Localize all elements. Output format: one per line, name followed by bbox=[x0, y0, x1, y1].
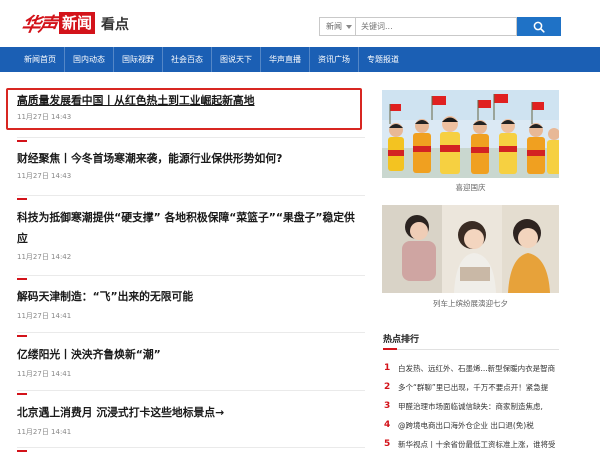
divider bbox=[17, 447, 365, 448]
article-item[interactable]: 解码天津制造：“飞”出来的无限可能 11月27日 14:41 bbox=[17, 287, 365, 321]
search-input[interactable] bbox=[355, 17, 517, 36]
hot-headline[interactable]: 多个“群聊”里已出现，千万不要点开！紧急提 bbox=[398, 382, 548, 393]
hot-list-item[interactable]: 2 多个“群聊”里已出现，千万不要点开！紧急提 bbox=[384, 380, 560, 394]
celebration-image bbox=[382, 90, 559, 178]
article-title[interactable]: 财经聚焦丨今冬首场寒潮来袭，能源行业保供形势如何? bbox=[17, 149, 365, 168]
nav-item-domestic[interactable]: 国内动态 bbox=[65, 47, 114, 72]
hot-list-item[interactable]: 5 新华视点丨十余省份最低工资标准上涨，谁将受 bbox=[384, 437, 560, 451]
divider bbox=[17, 332, 365, 333]
article-item[interactable]: 北京遇上消费月 沉浸式打卡这些地标景点→ 11月27日 14:41 bbox=[17, 403, 365, 437]
hot-list-accent bbox=[383, 348, 397, 350]
divider bbox=[17, 390, 365, 391]
site-header: 华声 新闻 看点 新闻 bbox=[0, 0, 600, 46]
nav-item-society[interactable]: 社会百态 bbox=[163, 47, 212, 72]
nav-item-info[interactable]: 资讯广场 bbox=[310, 47, 359, 72]
photo-train[interactable] bbox=[382, 205, 559, 293]
nav-item-special[interactable]: 专题报道 bbox=[359, 47, 407, 72]
divider bbox=[17, 137, 365, 138]
article-title[interactable]: 亿缕阳光丨泱泱齐鲁焕新“潮” bbox=[17, 345, 365, 364]
hot-list-divider bbox=[397, 348, 559, 350]
article-title[interactable]: 解码天津制造：“飞”出来的无限可能 bbox=[17, 287, 365, 306]
hot-rank: 4 bbox=[384, 420, 391, 430]
article-item[interactable]: 高质量发展看中国丨从红色热土到工业崛起新高地 11月27日 14:43 bbox=[17, 91, 357, 122]
hot-rank: 2 bbox=[384, 382, 391, 392]
divider-accent bbox=[17, 278, 27, 280]
article-time: 11月27日 14:41 bbox=[17, 428, 72, 436]
page-title: 看点 bbox=[101, 17, 129, 33]
article-title[interactable]: 北京遇上消费月 沉浸式打卡这些地标景点→ bbox=[17, 403, 365, 422]
divider bbox=[17, 275, 365, 276]
divider-accent bbox=[17, 450, 27, 452]
hot-rank: 5 bbox=[384, 439, 391, 449]
article-time: 11月27日 14:41 bbox=[17, 370, 72, 378]
nav-item-photos[interactable]: 图说天下 bbox=[212, 47, 261, 72]
nav-item-home[interactable]: 新闻首页 bbox=[16, 47, 65, 72]
article-title[interactable]: 科技为抵御寒潮提供“硬支撑” 各地积极保障“菜篮子”“果盘子”稳定供应 bbox=[17, 207, 365, 249]
hot-list-item[interactable]: 3 甲醛治理市场面临诚信缺失：商家制造焦虑, bbox=[384, 399, 560, 413]
search-scope-label: 新闻 bbox=[326, 22, 342, 31]
divider-accent bbox=[17, 393, 27, 395]
divider bbox=[17, 195, 365, 196]
train-image bbox=[382, 205, 559, 293]
hot-headline[interactable]: 新华视点丨十余省份最低工资标准上涨，谁将受 bbox=[398, 439, 556, 450]
site-logo[interactable]: 华声 新闻 bbox=[19, 11, 96, 36]
article-title[interactable]: 高质量发展看中国丨从红色热土到工业崛起新高地 bbox=[17, 91, 357, 110]
hot-rank: 3 bbox=[384, 401, 391, 411]
logo-box: 新闻 bbox=[59, 12, 96, 34]
divider-accent bbox=[17, 198, 27, 200]
article-item[interactable]: 科技为抵御寒潮提供“硬支撑” 各地积极保障“菜篮子”“果盘子”稳定供应 11月2… bbox=[17, 207, 365, 262]
search-icon bbox=[533, 21, 545, 33]
search-scope-select[interactable]: 新闻 bbox=[319, 17, 355, 36]
photo-caption[interactable]: 喜迎国庆 bbox=[382, 182, 559, 193]
divider-accent bbox=[17, 335, 27, 337]
article-time: 11月27日 14:41 bbox=[17, 312, 72, 320]
hot-headline[interactable]: 甲醛治理市场面临诚信缺失：商家制造焦虑, bbox=[398, 401, 543, 412]
divider-accent bbox=[17, 140, 27, 142]
search-bar: 新闻 bbox=[319, 17, 561, 36]
photo-celebration[interactable] bbox=[382, 90, 559, 178]
hot-list-item[interactable]: 1 白发热、远红外、石墨烯...新型保暖内衣是智商 bbox=[384, 361, 560, 375]
photo-caption[interactable]: 列车上缤纷展演迎七夕 bbox=[382, 298, 559, 309]
article-time: 11月27日 14:43 bbox=[17, 172, 72, 180]
hot-headline[interactable]: 白发热、远红外、石墨烯...新型保暖内衣是智商 bbox=[398, 363, 555, 374]
nav-item-live[interactable]: 华声直播 bbox=[261, 47, 310, 72]
chevron-down-icon bbox=[346, 25, 352, 29]
logo-script: 华声 bbox=[19, 13, 58, 36]
article-item[interactable]: 财经聚焦丨今冬首场寒潮来袭，能源行业保供形势如何? 11月27日 14:43 bbox=[17, 149, 365, 181]
hot-list-title: 热点排行 bbox=[383, 335, 420, 345]
hot-rank: 1 bbox=[384, 363, 391, 373]
nav-item-international[interactable]: 国际视野 bbox=[114, 47, 163, 72]
hot-headline[interactable]: @跨境电商出口海外仓企业 出口退(免)税 bbox=[398, 420, 534, 431]
hot-list-item[interactable]: 4 @跨境电商出口海外仓企业 出口退(免)税 bbox=[384, 418, 560, 432]
article-time: 11月27日 14:43 bbox=[17, 113, 72, 121]
article-item[interactable]: 亿缕阳光丨泱泱齐鲁焕新“潮” 11月27日 14:41 bbox=[17, 345, 365, 379]
search-button[interactable] bbox=[517, 17, 561, 36]
main-nav: 新闻首页 国内动态 国际视野 社会百态 图说天下 华声直播 资讯广场 专题报道 bbox=[0, 47, 600, 72]
article-time: 11月27日 14:42 bbox=[17, 253, 72, 261]
